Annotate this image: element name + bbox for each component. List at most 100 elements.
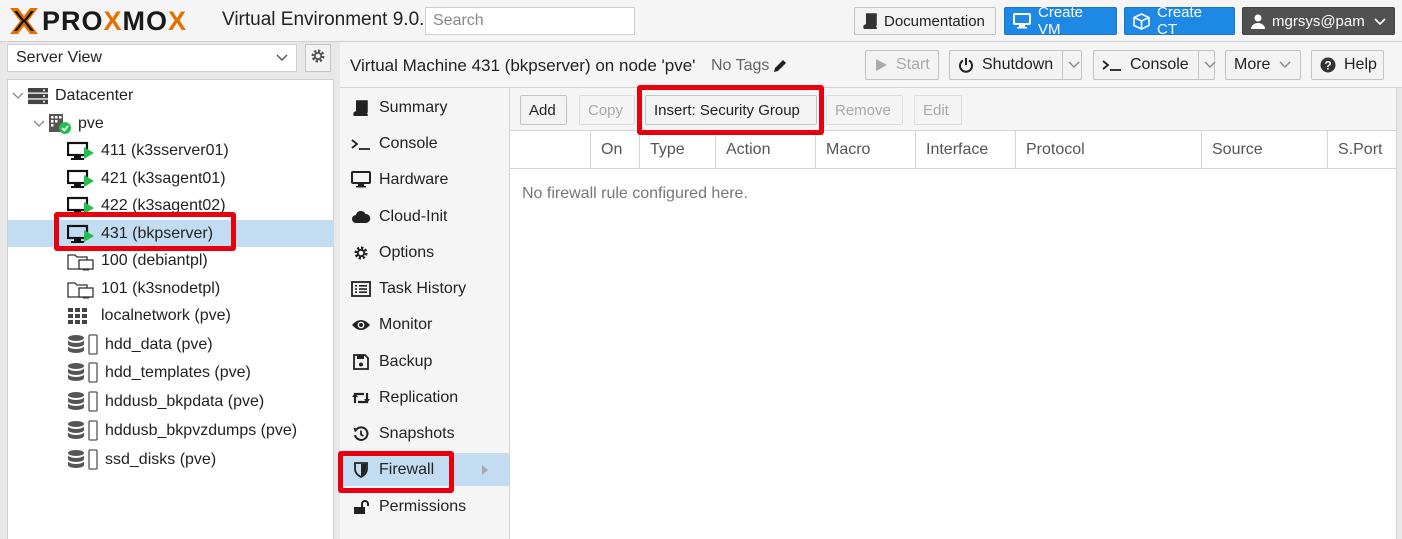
template-icon [67, 251, 95, 271]
floppy-icon [351, 353, 371, 370]
power-icon [958, 57, 974, 73]
tree-item-vm-422[interactable]: 422 (k3sagent02) [8, 192, 334, 219]
tree-item-vm-431[interactable]: 431 (bkpserver) [8, 220, 334, 247]
template-icon [67, 279, 95, 299]
column-header-interface[interactable]: Interface [915, 131, 1015, 169]
storage-icon [67, 361, 99, 384]
help-button[interactable]: ? Help [1311, 50, 1384, 80]
chevron-down-icon [1279, 61, 1291, 69]
tree-settings-button[interactable] [305, 44, 331, 72]
tree-item-storage-ssd-disks[interactable]: ssd_disks (pve) [8, 446, 334, 473]
remove-rule-button[interactable]: Remove [826, 95, 903, 125]
shield-icon [351, 461, 371, 478]
more-button[interactable]: More [1225, 50, 1301, 80]
summary-icon [351, 99, 371, 116]
datacenter-icon [27, 87, 49, 105]
storage-icon [67, 333, 99, 356]
documentation-button[interactable]: Documentation [854, 7, 996, 35]
vm-running-icon [67, 196, 95, 216]
menu-item-monitor[interactable]: Monitor [340, 308, 509, 341]
menu-item-console[interactable]: Console [340, 127, 509, 160]
chevron-down-icon[interactable] [1062, 51, 1080, 79]
column-header-sport[interactable]: S.Port [1327, 131, 1396, 169]
logo-wordmark: PROXMOX [42, 5, 188, 36]
tree-item-node-pve[interactable]: pve [8, 110, 334, 137]
edit-rule-button[interactable]: Edit [914, 95, 962, 125]
chevron-down-icon[interactable] [1197, 51, 1216, 79]
history-icon [351, 425, 371, 442]
top-bar: PROXMOX Virtual Environment 9.0.5 Docume… [0, 0, 1402, 42]
tree-item-storage-hdd-data[interactable]: hdd_data (pve) [8, 331, 334, 358]
user-menu-button[interactable]: mgrsys@pam [1242, 7, 1395, 35]
storage-icon [67, 390, 99, 413]
retweet-icon [351, 390, 371, 406]
vm-running-icon [67, 169, 95, 189]
gear-icon [351, 245, 371, 261]
copy-rule-button[interactable]: Copy [579, 95, 635, 125]
insert-security-group-button[interactable]: Insert: Security Group [645, 95, 817, 125]
proxmox-logo[interactable]: PROXMOX [8, 6, 187, 36]
storage-icon [67, 419, 99, 442]
vm-side-menu: Summary Console Hardware Cloud-Init Opti… [340, 88, 510, 539]
column-header-macro[interactable]: Macro [815, 131, 915, 169]
main-panel: Virtual Machine 431 (bkpserver) on node … [340, 42, 1402, 539]
terminal-icon [1102, 58, 1122, 72]
cloud-icon [351, 210, 371, 224]
menu-item-options[interactable]: Options [340, 236, 509, 269]
tree-item-template-101[interactable]: 101 (k3snodetpl) [8, 275, 334, 302]
menu-item-summary[interactable]: Summary [340, 91, 509, 124]
menu-item-permissions[interactable]: Permissions [340, 490, 509, 523]
tree-item-vm-411[interactable]: 411 (k3sserver01) [8, 137, 334, 164]
tree-item-vm-421[interactable]: 421 (k3sagent01) [8, 165, 334, 192]
user-icon [1251, 14, 1265, 29]
menu-item-backup[interactable]: Backup [340, 345, 509, 378]
column-header-source[interactable]: Source [1201, 131, 1327, 169]
tree-item-localnetwork[interactable]: localnetwork (pve) [8, 302, 334, 329]
tree-item-storage-hdd-templates[interactable]: hdd_templates (pve) [8, 359, 334, 386]
column-header-protocol[interactable]: Protocol [1015, 131, 1201, 169]
console-icon [351, 137, 371, 151]
tree-item-template-100[interactable]: 100 (debiantpl) [8, 247, 334, 274]
menu-item-hardware[interactable]: Hardware [340, 163, 509, 196]
add-rule-button[interactable]: Add [520, 95, 567, 125]
empty-rules-message: No firewall rule configured here. [522, 185, 748, 202]
menu-item-snapshots[interactable]: Snapshots [340, 417, 509, 450]
start-button[interactable]: Start [865, 50, 939, 80]
tags-editor[interactable]: No Tags [711, 57, 787, 75]
panel-edge [1396, 88, 1402, 539]
column-header-action[interactable]: Action [715, 131, 815, 169]
question-circle-icon: ? [1320, 57, 1336, 73]
menu-item-replication[interactable]: Replication [340, 381, 509, 414]
firewall-rules-panel: Add Copy Insert: Security Group Remove E… [510, 88, 1396, 539]
gear-icon [310, 48, 326, 69]
chevron-down-icon [276, 49, 288, 67]
column-header-type[interactable]: Type [639, 131, 715, 169]
create-vm-button[interactable]: Create VM [1004, 4, 1117, 38]
eye-icon [351, 318, 371, 332]
cube-icon [1133, 12, 1150, 30]
menu-item-cloud-init[interactable]: Cloud-Init [340, 200, 509, 233]
vm-running-icon [67, 141, 95, 161]
desktop-icon [1013, 13, 1031, 29]
menu-item-task-history[interactable]: Task History [340, 272, 509, 305]
svg-text:?: ? [1324, 58, 1331, 72]
network-icon [67, 307, 95, 325]
create-ct-button[interactable]: Create CT [1124, 4, 1235, 38]
vm-header: Virtual Machine 431 (bkpserver) on node … [340, 42, 1402, 88]
console-button[interactable]: Console [1093, 50, 1216, 80]
menu-item-firewall[interactable]: Firewall [340, 453, 509, 486]
chevron-down-icon[interactable] [33, 120, 45, 128]
column-header-on[interactable]: On [590, 131, 639, 169]
pencil-icon[interactable] [773, 59, 787, 73]
product-version: Virtual Environment 9.0.5 [222, 9, 435, 30]
view-selector[interactable]: Server View [7, 44, 297, 72]
unlock-icon [351, 499, 371, 515]
page-title: Virtual Machine 431 (bkpserver) on node … [350, 56, 696, 75]
chevron-down-icon [1374, 13, 1386, 30]
chevron-down-icon[interactable] [12, 92, 24, 100]
tree-item-storage-hddusb-bkpvzdumps[interactable]: hddusb_bkpvzdumps (pve) [8, 417, 334, 444]
shutdown-button[interactable]: Shutdown [949, 50, 1082, 80]
tree-item-storage-hddusb-bkpdata[interactable]: hddusb_bkpdata (pve) [8, 388, 334, 415]
search-input[interactable] [425, 7, 635, 35]
tree-item-datacenter[interactable]: Datacenter [8, 82, 334, 109]
